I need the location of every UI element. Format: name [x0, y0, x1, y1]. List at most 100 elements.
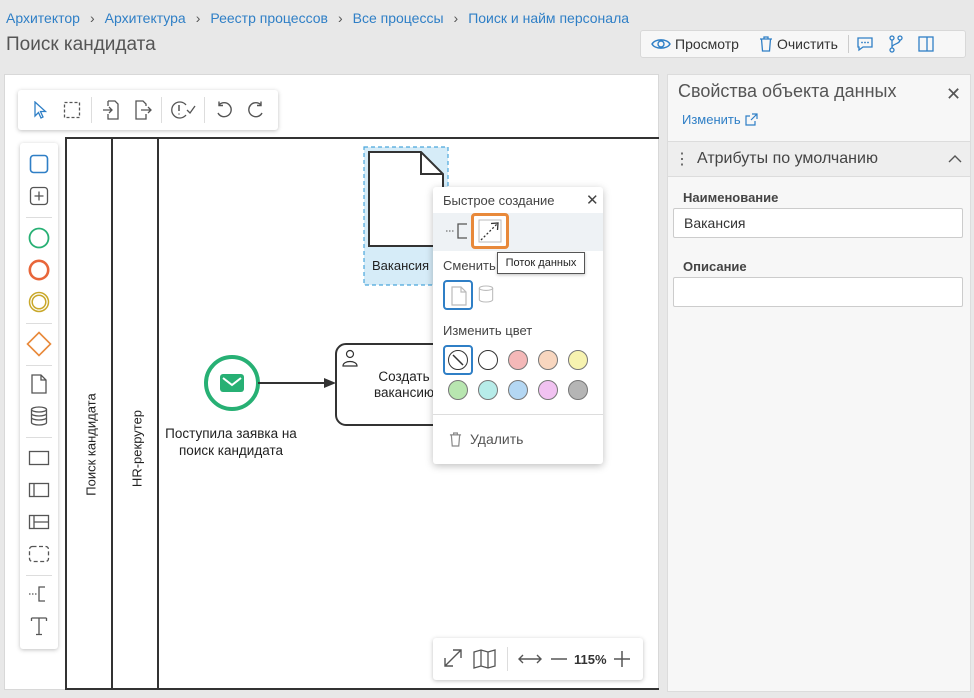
name-field[interactable] [673, 208, 963, 238]
palette-data-object[interactable] [24, 369, 54, 399]
change-color-label: Изменить цвет [443, 323, 533, 338]
export-button[interactable] [127, 94, 159, 126]
breadcrumb-item-hiring[interactable]: Поиск и найм персонала [468, 10, 629, 26]
document-icon [31, 374, 47, 394]
import-button[interactable] [95, 94, 127, 126]
fit-screen-icon[interactable] [439, 646, 467, 672]
task-icon [29, 154, 49, 174]
undo-button[interactable] [208, 94, 240, 126]
panel-toggle-button[interactable] [911, 31, 941, 57]
redo-icon [248, 101, 263, 118]
palette-text[interactable] [24, 611, 54, 641]
top-toolbar: Просмотр Очистить [640, 30, 966, 58]
pool-header: Поиск кандидата [65, 137, 113, 690]
clear-button[interactable]: Очистить [749, 31, 848, 57]
close-icon[interactable]: ✕ [586, 191, 599, 209]
drag-handle-icon[interactable]: ⋮ [674, 149, 690, 169]
palette-end-event[interactable] [24, 255, 54, 285]
palette-pool[interactable] [24, 475, 54, 505]
task-label[interactable]: Создать вакансию [366, 369, 442, 403]
validate-button[interactable] [165, 94, 201, 126]
redo-button[interactable] [240, 94, 272, 126]
delete-button[interactable]: Удалить [449, 431, 523, 447]
divider [26, 217, 52, 218]
palette-group[interactable] [24, 443, 54, 473]
start-event-icon [28, 227, 50, 249]
palette-subprocess[interactable] [24, 181, 54, 211]
trash-icon [449, 431, 462, 447]
palette-annotation[interactable] [24, 579, 54, 609]
color-swatch[interactable] [508, 380, 528, 400]
sidebar-icon [918, 36, 934, 52]
lane-title: HR-рекрутер [129, 409, 145, 488]
dashed-group-icon [28, 545, 50, 563]
close-icon[interactable]: ✕ [946, 84, 961, 105]
color-swatch[interactable] [538, 380, 558, 400]
versions-button[interactable] [881, 31, 911, 57]
branch-icon [889, 35, 903, 53]
context-popup: Быстрое создание ✕ Сменить Изменить цвет… [433, 187, 603, 464]
breadcrumb-item-registry[interactable]: Реестр процессов [210, 10, 328, 26]
chevron-up-icon[interactable] [948, 154, 962, 164]
validate-icon [171, 101, 196, 119]
fit-width-icon[interactable] [516, 646, 544, 672]
edit-link[interactable]: Изменить [682, 112, 758, 127]
palette-task[interactable] [24, 149, 54, 179]
palette-start-event[interactable] [24, 223, 54, 253]
data-object-label[interactable]: Вакансия [372, 258, 429, 273]
comments-button[interactable] [849, 31, 881, 57]
rectangle-icon [28, 450, 50, 466]
palette-gateway[interactable] [24, 329, 54, 359]
undo-icon [217, 101, 233, 118]
zoom-out-icon[interactable] [548, 646, 570, 672]
color-swatch[interactable] [478, 350, 498, 370]
palette-intermediate-event[interactable] [24, 287, 54, 317]
tooltip: Поток данных [497, 252, 585, 274]
palette-lanes[interactable] [24, 507, 54, 537]
selection-icon [63, 101, 80, 119]
color-swatch[interactable] [478, 380, 498, 400]
color-swatch[interactable] [568, 380, 588, 400]
element-palette [20, 143, 58, 649]
divider [507, 647, 508, 671]
divider [204, 97, 206, 123]
breadcrumb-item-architecture[interactable]: Архитектура [105, 10, 186, 26]
breadcrumb-item-all-processes[interactable]: Все процессы [353, 10, 444, 26]
view-button-label: Просмотр [675, 36, 739, 52]
edit-link-label: Изменить [682, 112, 741, 127]
color-swatch[interactable] [448, 380, 468, 400]
section-title: Атрибуты по умолчанию [697, 150, 878, 167]
view-button[interactable]: Просмотр [641, 31, 749, 57]
color-swatch[interactable] [538, 350, 558, 370]
default-attributes-section[interactable]: ⋮ Атрибуты по умолчанию [668, 141, 970, 177]
replace-data-object-button[interactable] [443, 280, 473, 310]
lasso-tool[interactable] [56, 94, 88, 126]
color-swatch[interactable] [568, 350, 588, 370]
replace-data-store-button[interactable] [478, 284, 498, 306]
divider [26, 437, 52, 438]
chevron-right-icon: › [195, 10, 201, 26]
divider [26, 365, 52, 366]
replace-label: Сменить [443, 258, 496, 273]
breadcrumb-item-architect[interactable]: Архитектор [6, 10, 80, 26]
document-icon [451, 286, 467, 306]
text-icon [30, 617, 48, 636]
start-event-label[interactable]: Поступила заявка на поиск кандидата [158, 425, 304, 459]
import-icon [102, 100, 119, 120]
subprocess-icon [29, 186, 49, 206]
quick-create-label: Быстрое создание [443, 193, 555, 208]
palette-group-dashed[interactable] [24, 539, 54, 569]
data-flow-button[interactable] [471, 213, 509, 249]
eye-icon [651, 39, 671, 49]
color-swatch[interactable] [508, 350, 528, 370]
description-field[interactable] [673, 277, 963, 307]
annotation-connect-icon[interactable] [445, 221, 471, 241]
pool-icon [28, 482, 50, 498]
database-icon [478, 285, 494, 303]
color-swatch-none[interactable] [448, 350, 468, 370]
pointer-tool[interactable] [24, 94, 56, 126]
end-event-icon [28, 259, 50, 281]
zoom-in-icon[interactable] [611, 646, 633, 672]
minimap-icon[interactable] [471, 646, 499, 672]
palette-data-store[interactable] [24, 401, 54, 431]
